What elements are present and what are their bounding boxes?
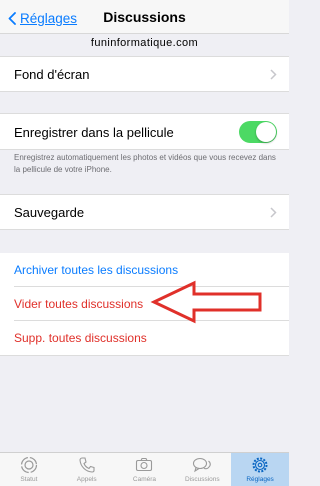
navigation-bar: Réglages Discussions: [0, 0, 289, 34]
save-to-camera-roll-label: Enregistrer dans la pellicule: [14, 125, 174, 140]
chevron-right-icon: [270, 69, 277, 80]
annotation-arrow-icon: [150, 280, 262, 324]
tab-label: Appels: [76, 476, 97, 483]
backup-label: Sauvegarde: [14, 205, 85, 220]
archive-all-label: Archiver toutes les discussions: [14, 263, 179, 277]
wallpaper-row[interactable]: Fond d'écran: [0, 56, 289, 92]
tab-label: Réglages: [246, 476, 274, 483]
tab-bar: Statut Appels Caméra Discussions Réglage…: [0, 452, 289, 486]
gear-icon: [252, 457, 268, 473]
tab-chats[interactable]: Discussions: [173, 453, 231, 486]
wallpaper-label: Fond d'écran: [14, 67, 90, 82]
tab-calls[interactable]: Appels: [58, 453, 116, 486]
delete-all-button[interactable]: Supp. toutes discussions: [0, 321, 289, 355]
delete-all-label: Supp. toutes discussions: [14, 331, 147, 345]
tab-camera[interactable]: Caméra: [116, 453, 174, 486]
tab-label: Statut: [20, 476, 38, 483]
clear-all-label: Vider toutes discussions: [14, 297, 144, 311]
tab-settings[interactable]: Réglages: [231, 453, 289, 486]
toggle-knob: [256, 122, 276, 142]
backup-row[interactable]: Sauvegarde: [0, 194, 289, 230]
status-icon: [20, 456, 37, 474]
tab-status[interactable]: Statut: [0, 453, 58, 486]
watermark-text: funinformatique.com: [90, 37, 199, 49]
tab-label: Discussions: [184, 476, 220, 483]
page-title: Discussions: [103, 9, 186, 25]
camera-icon: [136, 457, 153, 472]
chevron-right-icon: [270, 207, 277, 218]
phone-icon: [79, 457, 95, 473]
save-to-camera-roll-footnote: Enregistrez automatiquement les photos e…: [14, 153, 276, 174]
save-to-camera-roll-toggle[interactable]: [239, 121, 277, 143]
save-to-camera-roll-row: Enregistrer dans la pellicule: [0, 113, 289, 150]
tab-label: Caméra: [132, 476, 157, 483]
divider: [0, 355, 289, 356]
chat-bubbles-icon: [193, 457, 212, 473]
